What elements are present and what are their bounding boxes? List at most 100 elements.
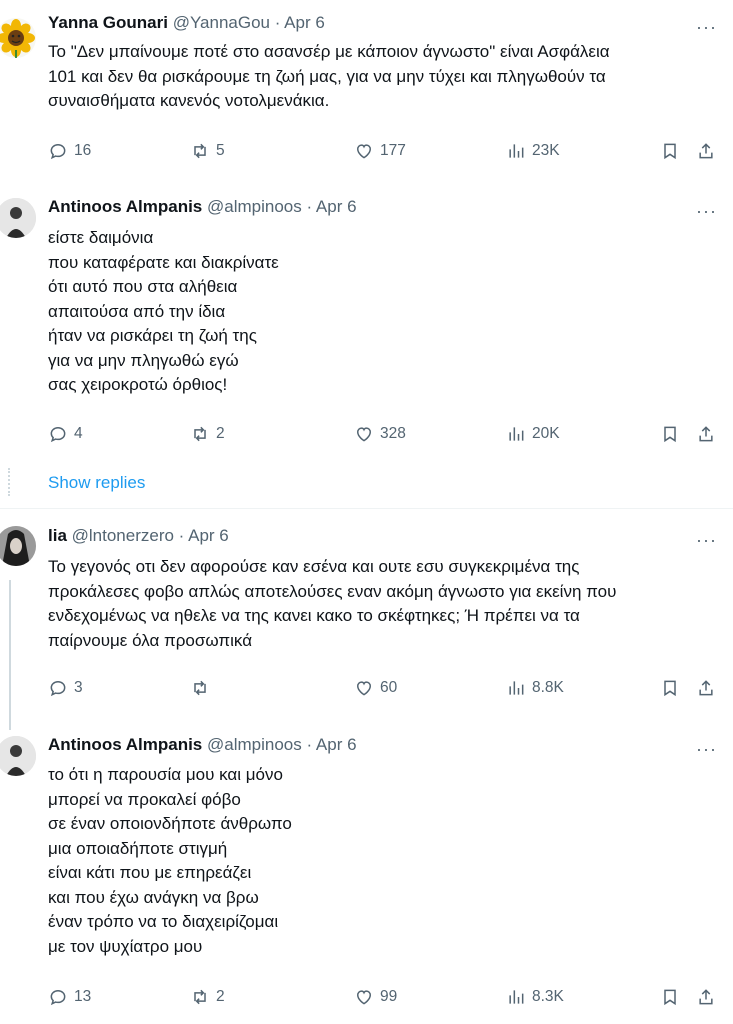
author-name[interactable]: Antinoos Almpanis <box>48 197 202 216</box>
author-handle-date[interactable]: @almpinoos · Apr 6 <box>207 735 357 754</box>
divider <box>0 508 733 509</box>
thread-dotted-line <box>8 468 12 496</box>
author-handle-date[interactable]: @almpinoos · Apr 6 <box>207 197 357 216</box>
reply-icon <box>50 989 66 1006</box>
share-icon <box>699 426 713 442</box>
retweet-icon <box>194 680 206 696</box>
tweet-text: Το "Δεν μπαίνουμε ποτέ στο ασανσέρ με κά… <box>48 42 610 110</box>
retweet-button[interactable]: 2 <box>190 985 225 1009</box>
bookmark-icon <box>664 680 676 697</box>
like-count: 177 <box>380 142 406 159</box>
more-icon[interactable]: ··· <box>696 531 717 549</box>
share-icon <box>699 680 713 696</box>
share-button[interactable] <box>696 676 716 700</box>
tweet-actions: 3 60 8.8K <box>48 676 728 700</box>
tweet-header: Antinoos Almpanis @almpinoos · Apr 6 <box>48 734 357 756</box>
avatar[interactable] <box>0 736 36 776</box>
share-button[interactable] <box>696 422 716 446</box>
like-button[interactable]: 60 <box>354 676 397 700</box>
views-icon <box>509 681 524 695</box>
more-icon[interactable]: ··· <box>696 18 717 36</box>
avatar[interactable] <box>0 18 36 58</box>
bookmark-icon <box>664 143 676 160</box>
bookmark-button[interactable] <box>660 985 680 1009</box>
retweet-button[interactable] <box>190 676 216 700</box>
author-name[interactable]: Antinoos Almpanis <box>48 735 202 754</box>
author-handle-date[interactable]: @lntonerzero · Apr 6 <box>72 526 229 545</box>
tweet[interactable]: lia @lntonerzero · Apr 6 ··· Το γεγονός … <box>0 518 733 723</box>
heart-icon <box>356 144 372 159</box>
views-button[interactable]: 20K <box>506 422 560 446</box>
retweet-icon <box>194 426 206 442</box>
bookmark-button[interactable] <box>660 676 680 700</box>
tweet-actions: 13 2 99 8.3K <box>48 985 728 1009</box>
views-count: 8.8K <box>532 679 564 696</box>
retweet-button[interactable]: 5 <box>190 139 225 163</box>
show-replies-link[interactable]: Show replies <box>48 473 145 493</box>
like-count: 60 <box>380 679 398 696</box>
reply-count: 13 <box>74 988 92 1005</box>
views-count: 20K <box>532 425 560 442</box>
reply-icon <box>50 426 66 443</box>
heart-icon <box>356 681 372 696</box>
share-icon <box>699 989 713 1005</box>
reply-icon <box>50 680 66 697</box>
tweet-text: είστε δαιμόνια που καταφέρατε και διακρί… <box>48 228 279 394</box>
tweet-text: το ότι η παρουσία μου και μόνο μπορεί να… <box>48 765 292 956</box>
tweet-header: lia @lntonerzero · Apr 6 <box>48 525 229 547</box>
bookmark-icon <box>664 989 676 1006</box>
tweet-actions: 4 2 328 20K <box>48 422 728 446</box>
share-icon <box>699 143 713 159</box>
reply-count: 16 <box>74 142 92 159</box>
reply-button[interactable]: 4 <box>48 422 83 446</box>
sunflower-icon <box>0 18 36 58</box>
views-icon <box>509 990 524 1004</box>
reply-button[interactable]: 13 <box>48 985 91 1009</box>
avatar[interactable] <box>0 526 36 566</box>
author-handle-date[interactable]: @YannaGou · Apr 6 <box>173 13 325 32</box>
views-button[interactable]: 8.8K <box>506 676 564 700</box>
retweet-count: 2 <box>216 425 225 442</box>
views-count: 23K <box>532 142 560 159</box>
tweet-header: Antinoos Almpanis @almpinoos · Apr 6 <box>48 196 357 218</box>
reply-button[interactable]: 3 <box>48 676 83 700</box>
profile-photo-icon <box>0 526 36 566</box>
tweet-header: Yanna Gounari @YannaGou · Apr 6 <box>48 12 325 34</box>
tweet[interactable]: Yanna Gounari @YannaGou · Apr 6 ··· Το "… <box>0 0 733 190</box>
profile-photo-icon <box>0 736 36 776</box>
retweet-button[interactable]: 2 <box>190 422 225 446</box>
more-icon[interactable]: ··· <box>696 740 717 758</box>
views-icon <box>509 144 524 158</box>
retweet-count: 2 <box>216 988 225 1005</box>
bookmark-button[interactable] <box>660 139 680 163</box>
tweet[interactable]: Antinoos Almpanis @almpinoos · Apr 6 ···… <box>0 188 733 468</box>
bookmark-button[interactable] <box>660 422 680 446</box>
author-name[interactable]: lia <box>48 526 67 545</box>
tweet[interactable]: Antinoos Almpanis @almpinoos · Apr 6 ···… <box>0 726 733 1024</box>
share-button[interactable] <box>696 139 716 163</box>
heart-icon <box>356 990 372 1005</box>
share-button[interactable] <box>696 985 716 1009</box>
tweet-actions: 16 5 177 23K <box>48 139 728 163</box>
like-count: 99 <box>380 988 398 1005</box>
like-button[interactable]: 328 <box>354 422 406 446</box>
bookmark-icon <box>664 426 676 443</box>
views-count: 8.3K <box>532 988 564 1005</box>
views-button[interactable]: 23K <box>506 139 560 163</box>
author-name[interactable]: Yanna Gounari <box>48 13 168 32</box>
reply-icon <box>50 143 66 160</box>
tweet-text: Το γεγονός οτι δεν αφορούσε καν εσένα κα… <box>48 557 617 650</box>
like-button[interactable]: 177 <box>354 139 406 163</box>
views-icon <box>509 427 524 441</box>
heart-icon <box>356 427 372 442</box>
reply-count: 4 <box>74 425 83 442</box>
reply-button[interactable]: 16 <box>48 139 91 163</box>
reply-count: 3 <box>74 679 83 696</box>
views-button[interactable]: 8.3K <box>506 985 564 1009</box>
retweet-count: 5 <box>216 142 225 159</box>
avatar[interactable] <box>0 198 36 238</box>
more-icon[interactable]: ··· <box>696 202 717 220</box>
retweet-icon <box>194 143 206 159</box>
profile-photo-icon <box>0 198 36 238</box>
like-button[interactable]: 99 <box>354 985 397 1009</box>
